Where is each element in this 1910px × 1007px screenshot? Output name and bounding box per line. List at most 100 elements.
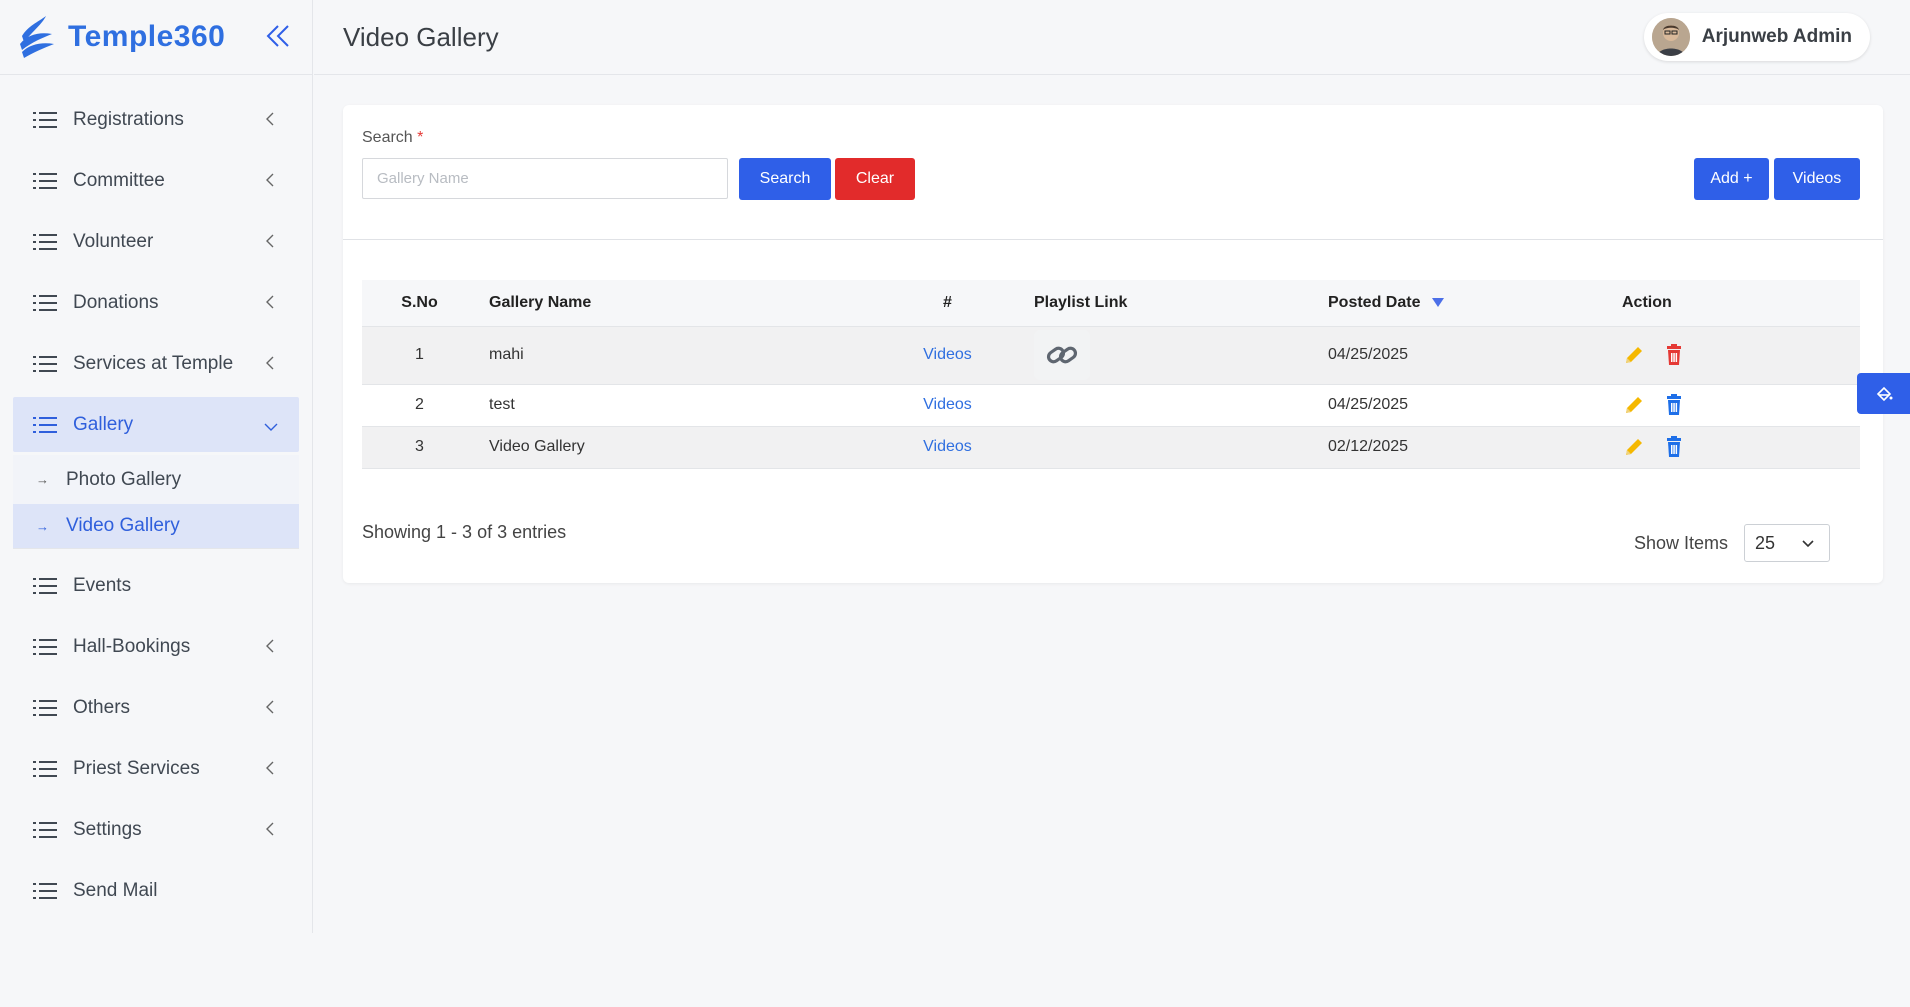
videos-link[interactable]: Videos xyxy=(923,396,972,413)
search-button[interactable]: Search xyxy=(739,158,831,200)
list-icon xyxy=(33,821,57,838)
delete-trash-icon[interactable] xyxy=(1662,435,1686,459)
chevron-left-icon xyxy=(266,700,274,714)
theme-customizer-button[interactable] xyxy=(1857,373,1910,414)
header-action: Action xyxy=(1622,293,1672,311)
cell-actions xyxy=(1612,384,1860,426)
add-button[interactable]: Add + xyxy=(1694,158,1769,200)
collapse-sidebar-icon[interactable] xyxy=(264,22,292,50)
sidebar-item-label: Services at Temple xyxy=(73,352,234,374)
chevron-left-icon xyxy=(266,639,274,653)
cell-playlist xyxy=(1024,326,1318,384)
page-title: Video Gallery xyxy=(343,21,499,52)
cell-actions xyxy=(1612,326,1860,384)
sidebar-item-hall-bookings[interactable]: Hall-Bookings xyxy=(13,616,299,677)
sidebar-item-send-mail[interactable]: Send Mail xyxy=(13,860,299,921)
sidebar-item-label: Committee xyxy=(73,169,165,191)
chevron-left-icon xyxy=(266,356,274,370)
entries-summary: Showing 1 - 3 of 3 entries xyxy=(362,522,567,542)
delete-trash-icon[interactable] xyxy=(1662,343,1686,367)
table-row: 3 Video Gallery Videos 02/12/2025 xyxy=(362,426,1860,468)
sidebar-item-volunteer[interactable]: Volunteer xyxy=(13,211,299,272)
page-size-value: 25 xyxy=(1755,532,1776,553)
list-icon xyxy=(33,416,57,433)
list-icon xyxy=(33,577,57,594)
list-icon xyxy=(33,294,57,311)
table-row: 2 test Videos 04/25/2025 xyxy=(362,384,1860,426)
chevron-left-icon xyxy=(266,173,274,187)
brand-name: Temple360 xyxy=(68,20,226,53)
required-mark: * xyxy=(417,129,424,146)
arrow-right-icon: → xyxy=(36,472,49,487)
sidebar-item-donations[interactable]: Donations xyxy=(13,272,299,333)
cell-gallery-name: test xyxy=(489,396,515,413)
user-menu[interactable]: Arjunweb Admin xyxy=(1643,13,1870,61)
list-icon xyxy=(33,882,57,899)
cell-sno: 2 xyxy=(415,396,424,413)
sidebar-item-services-at-temple[interactable]: Services at Temple xyxy=(13,333,299,394)
sidebar-item-label: Others xyxy=(73,696,131,718)
sort-desc-icon[interactable] xyxy=(1432,298,1445,308)
cell-playlist xyxy=(1024,384,1318,426)
submenu-item-label: Video Gallery xyxy=(66,515,180,536)
sidebar-item-events[interactable]: Events xyxy=(13,555,299,616)
avatar xyxy=(1651,18,1690,56)
header-gallery-name[interactable]: Gallery Name xyxy=(477,280,871,326)
sidebar-item-label: Gallery xyxy=(73,413,134,435)
cell-playlist xyxy=(1024,426,1318,468)
header-posted-date[interactable]: Posted Date xyxy=(1318,280,1612,326)
search-input[interactable] xyxy=(362,158,728,199)
header-hash: # xyxy=(943,293,952,311)
sidebar-item-label: Settings xyxy=(73,818,142,840)
videos-button[interactable]: Videos xyxy=(1774,158,1860,200)
sidebar-item-label: Events xyxy=(73,574,132,596)
sidebar-item-label: Hall-Bookings xyxy=(73,635,191,657)
chevron-left-icon xyxy=(266,234,274,248)
sidebar-item-gallery[interactable]: Gallery xyxy=(13,397,299,452)
edit-pencil-icon[interactable] xyxy=(1622,435,1646,459)
videos-link[interactable]: Videos xyxy=(923,438,972,455)
submenu-item-label: Photo Gallery xyxy=(66,468,182,490)
search-label-text: Search xyxy=(362,129,413,146)
header-sno[interactable]: S.No xyxy=(362,280,477,326)
arrow-right-icon: → xyxy=(36,518,49,534)
sidebar-item-settings[interactable]: Settings xyxy=(13,799,299,860)
sidebar-item-registrations[interactable]: Registrations xyxy=(13,89,299,150)
top-header: Video Gallery Arjunweb Admin xyxy=(314,0,1910,75)
user-name: Arjunweb Admin xyxy=(1701,26,1852,47)
cell-actions xyxy=(1612,426,1860,468)
page-size-select[interactable]: 25 xyxy=(1744,524,1830,562)
delete-trash-icon[interactable] xyxy=(1662,393,1686,417)
chevron-down-icon xyxy=(1802,540,1814,548)
videos-link[interactable]: Videos xyxy=(923,346,972,363)
playlist-link-button[interactable] xyxy=(1034,330,1090,380)
sidebar-item-label: Donations xyxy=(73,291,159,313)
cell-gallery-name: Video Gallery xyxy=(489,438,585,455)
show-items-label: Show Items xyxy=(1634,533,1729,553)
sidebar-item-priest-services[interactable]: Priest Services xyxy=(13,738,299,799)
chevron-left-icon xyxy=(266,295,274,309)
table-header-row: S.No Gallery Name # Playlist Link Posted… xyxy=(362,280,1860,326)
list-icon xyxy=(33,355,57,372)
sidebar-item-others[interactable]: Others xyxy=(13,677,299,738)
chevron-left-icon xyxy=(266,822,274,836)
sidebar-item-committee[interactable]: Committee xyxy=(13,150,299,211)
clear-button[interactable]: Clear xyxy=(835,158,915,200)
list-icon xyxy=(33,111,57,128)
edit-pencil-icon[interactable] xyxy=(1622,393,1646,417)
sidebar-item-label: Registrations xyxy=(73,108,184,130)
list-icon xyxy=(33,172,57,189)
chevron-left-icon xyxy=(266,761,274,775)
sidebar-item-label: Volunteer xyxy=(73,230,154,252)
list-icon xyxy=(33,760,57,777)
submenu-item-video-gallery[interactable]: → Video Gallery xyxy=(13,504,299,548)
submenu-item-photo-gallery[interactable]: → Photo Gallery xyxy=(13,455,299,504)
list-icon xyxy=(33,699,57,716)
edit-pencil-icon[interactable] xyxy=(1622,343,1646,367)
cell-posted-date: 04/25/2025 xyxy=(1328,396,1409,413)
sidebar-item-label: Send Mail xyxy=(73,879,158,901)
cell-sno: 3 xyxy=(415,438,424,455)
cell-posted-date: 02/12/2025 xyxy=(1328,438,1409,455)
chevron-left-icon xyxy=(266,112,274,126)
list-icon xyxy=(33,638,57,655)
